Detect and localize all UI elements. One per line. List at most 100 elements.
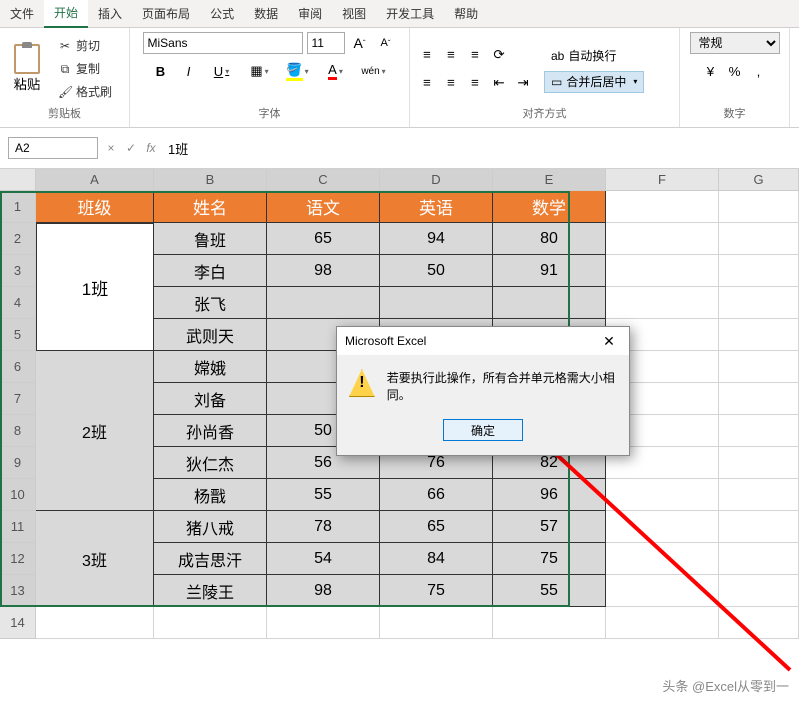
cancel-formula-icon[interactable]: × — [102, 141, 120, 155]
tab-help[interactable]: 帮助 — [444, 0, 488, 28]
font-name-select[interactable] — [143, 32, 303, 54]
cell[interactable]: 猪八戒 — [154, 511, 267, 543]
tab-data[interactable]: 数据 — [244, 0, 288, 28]
cell[interactable] — [380, 287, 493, 319]
row-header[interactable]: 13 — [0, 575, 36, 607]
cell[interactable]: 嫦娥 — [154, 351, 267, 383]
cell-merged[interactable]: 3班 — [36, 511, 154, 607]
tab-formulas[interactable]: 公式 — [200, 0, 244, 28]
tab-pagelayout[interactable]: 页面布局 — [132, 0, 200, 28]
accept-formula-icon[interactable]: ✓ — [122, 141, 140, 155]
cell[interactable] — [606, 287, 719, 319]
cell[interactable]: 张飞 — [154, 287, 267, 319]
cell[interactable]: 98 — [267, 575, 380, 607]
format-painter-button[interactable]: 🖌格式刷 — [54, 81, 116, 102]
cell[interactable] — [719, 447, 799, 479]
row-header[interactable]: 8 — [0, 415, 36, 447]
cell[interactable] — [493, 287, 606, 319]
formula-input[interactable] — [164, 137, 799, 159]
cell[interactable]: 孙尚香 — [154, 415, 267, 447]
indent-increase-button[interactable]: ⇥ — [512, 72, 534, 94]
cell[interactable]: 57 — [493, 511, 606, 543]
cut-button[interactable]: ✂剪切 — [54, 35, 116, 56]
cell[interactable] — [719, 255, 799, 287]
cell[interactable] — [719, 191, 799, 223]
cell[interactable]: 鲁班 — [154, 223, 267, 255]
col-header[interactable]: C — [267, 169, 380, 191]
cell[interactable]: 英语 — [380, 191, 493, 223]
cell-merged[interactable]: 2班 — [36, 351, 154, 511]
cell[interactable]: 65 — [267, 223, 380, 255]
cell[interactable]: 91 — [493, 255, 606, 287]
cell[interactable]: 65 — [380, 511, 493, 543]
border-button[interactable]: ▦ — [243, 60, 277, 82]
cell[interactable]: 班级 — [36, 191, 154, 223]
cell[interactable] — [606, 511, 719, 543]
orientation-button[interactable]: ⟳ — [488, 44, 510, 66]
col-header[interactable]: E — [493, 169, 606, 191]
row-header[interactable]: 7 — [0, 383, 36, 415]
merge-center-button[interactable]: ▭合并后居中▾ — [544, 71, 644, 93]
tab-view[interactable]: 视图 — [332, 0, 376, 28]
cell[interactable]: 55 — [493, 575, 606, 607]
align-bottom-button[interactable]: ≡ — [464, 44, 486, 66]
cell[interactable] — [719, 607, 799, 639]
cell[interactable]: 狄仁杰 — [154, 447, 267, 479]
cell[interactable] — [493, 607, 606, 639]
wrap-text-button[interactable]: ab自动换行 — [544, 45, 644, 67]
cell[interactable] — [606, 575, 719, 607]
cell[interactable] — [267, 607, 380, 639]
col-header[interactable]: A — [36, 169, 154, 191]
font-size-select[interactable] — [307, 32, 345, 54]
cell[interactable]: 成吉思汗 — [154, 543, 267, 575]
row-header[interactable]: 6 — [0, 351, 36, 383]
fx-icon[interactable]: fx — [142, 141, 160, 155]
select-all-corner[interactable] — [0, 169, 36, 191]
cell[interactable] — [719, 319, 799, 351]
cell[interactable]: 50 — [380, 255, 493, 287]
cell[interactable] — [719, 415, 799, 447]
cell[interactable]: 兰陵王 — [154, 575, 267, 607]
row-header[interactable]: 10 — [0, 479, 36, 511]
font-color-button[interactable]: A — [319, 60, 353, 82]
cell[interactable] — [719, 223, 799, 255]
cell[interactable]: 84 — [380, 543, 493, 575]
cell[interactable]: 姓名 — [154, 191, 267, 223]
italic-button[interactable]: I — [177, 60, 201, 82]
cell[interactable]: 75 — [493, 543, 606, 575]
copy-button[interactable]: ⧉复制 — [54, 58, 116, 79]
align-left-button[interactable]: ≡ — [416, 72, 438, 94]
row-header[interactable]: 11 — [0, 511, 36, 543]
name-box[interactable]: A2 — [8, 137, 98, 159]
cell[interactable] — [719, 351, 799, 383]
row-header[interactable]: 14 — [0, 607, 36, 639]
row-header[interactable]: 12 — [0, 543, 36, 575]
indent-decrease-button[interactable]: ⇤ — [488, 72, 510, 94]
col-header[interactable]: D — [380, 169, 493, 191]
tab-home[interactable]: 开始 — [44, 0, 88, 28]
cell-merged[interactable]: 1班 — [36, 223, 154, 351]
tab-developer[interactable]: 开发工具 — [376, 0, 444, 28]
cell[interactable] — [719, 287, 799, 319]
bold-button[interactable]: B — [149, 60, 173, 82]
cell[interactable]: 78 — [267, 511, 380, 543]
paste-button[interactable]: 粘贴 — [6, 35, 48, 103]
cell[interactable]: 75 — [380, 575, 493, 607]
cell[interactable]: 数学 — [493, 191, 606, 223]
cell[interactable] — [606, 191, 719, 223]
fill-color-button[interactable]: 🪣 — [281, 60, 315, 82]
cell[interactable]: 80 — [493, 223, 606, 255]
cell[interactable] — [606, 223, 719, 255]
cell[interactable]: 语文 — [267, 191, 380, 223]
align-right-button[interactable]: ≡ — [464, 72, 486, 94]
col-header[interactable]: F — [606, 169, 719, 191]
cell[interactable]: 54 — [267, 543, 380, 575]
currency-button[interactable]: ¥ — [700, 60, 722, 82]
cell[interactable]: 94 — [380, 223, 493, 255]
cell[interactable] — [719, 511, 799, 543]
cell[interactable]: 李白 — [154, 255, 267, 287]
col-header[interactable]: B — [154, 169, 267, 191]
ok-button[interactable]: 确定 — [443, 419, 523, 441]
cell[interactable] — [606, 479, 719, 511]
close-icon[interactable]: ✕ — [597, 331, 621, 351]
